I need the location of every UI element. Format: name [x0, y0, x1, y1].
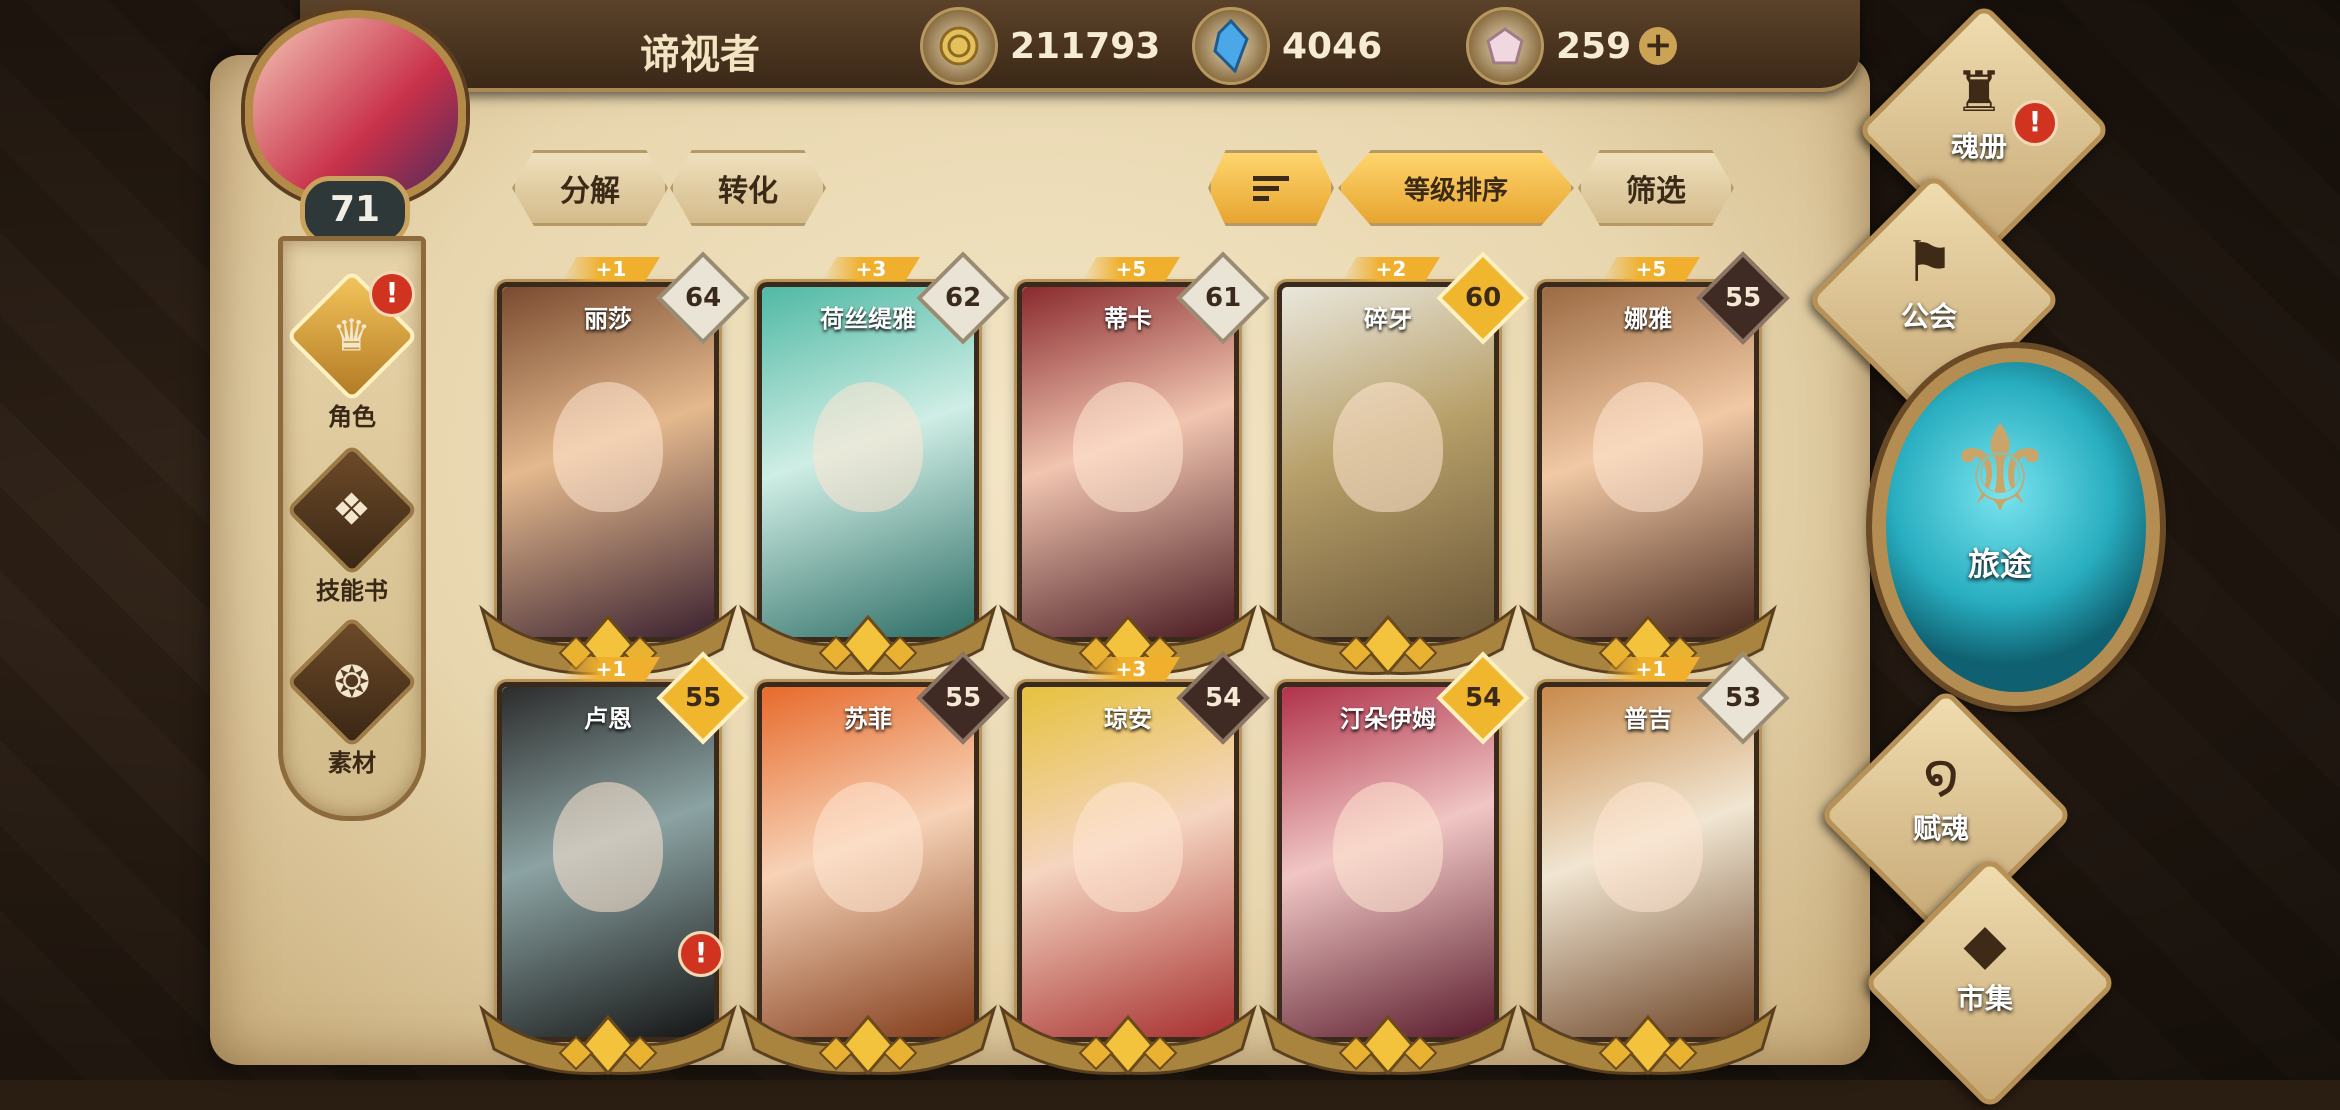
hero-level: 64: [684, 283, 722, 313]
hero-face: [1333, 382, 1443, 512]
nav-market-content: ◆ 市集: [1900, 912, 2070, 1017]
wing-crest-icon: [1259, 1004, 1517, 1076]
alert-icon: !: [369, 271, 415, 317]
alert-icon: !: [2012, 100, 2058, 146]
decompose-button[interactable]: 分解: [512, 150, 668, 226]
nav-label: 旅途: [1967, 545, 2032, 583]
hero-portrait: [1022, 687, 1234, 1037]
hero-portrait: [1542, 687, 1754, 1037]
hero-upgrade-tag: +3: [1082, 657, 1180, 681]
wing-crest-icon: [1519, 1004, 1777, 1076]
guild-banner-icon: ⚑: [1903, 230, 1955, 295]
hero-face: [1593, 382, 1703, 512]
blue-crystal-icon: [1192, 7, 1270, 85]
add-gem-button[interactable]: +: [1639, 27, 1678, 65]
hero-upgrade-tag: +5: [1602, 257, 1700, 281]
hero-upgrade-tag: +1: [562, 657, 660, 681]
sort-icon: [1253, 176, 1289, 201]
nav-guild-content: ⚑ 公会: [1844, 230, 2014, 335]
sort-by-level-button[interactable]: 等级排序: [1338, 150, 1574, 226]
journey-emblem-icon: ⚜: [1946, 400, 2054, 539]
hero-card[interactable]: 苏菲 55: [739, 651, 1010, 1076]
currency-crystal: 4046: [1192, 7, 1383, 85]
sidebar-item-material[interactable]: ❂ 素材: [283, 615, 421, 778]
alert-icon: !: [678, 931, 724, 977]
sidebar-label: 素材: [328, 749, 376, 777]
hero-portrait: [502, 287, 714, 637]
pink-gem-icon: [1466, 7, 1544, 85]
gem-amount: 259: [1556, 25, 1632, 67]
hero-portrait: [762, 687, 974, 1037]
hero-upgrade-tag: +5: [1082, 257, 1180, 281]
hero-portrait: [1282, 287, 1494, 637]
hero-card[interactable]: 普吉 +1 53: [1519, 651, 1790, 1076]
crystal-amount: 4046: [1282, 25, 1383, 67]
nav-journey-content: ⚜ 旅途: [1915, 400, 2085, 585]
sidebar-label: 技能书: [316, 577, 388, 605]
currency-gold: 211793: [920, 7, 1161, 85]
hero-level: 54: [1464, 683, 1502, 713]
hero-card[interactable]: 蒂卡 +5 61: [999, 251, 1270, 676]
hero-card[interactable]: 汀朵伊姆 54: [1259, 651, 1530, 1076]
hero-level: 61: [1204, 283, 1242, 313]
hero-level: 53: [1724, 683, 1762, 713]
wing-crest-icon: [739, 1004, 997, 1076]
hero-level: 55: [944, 683, 982, 713]
hero-level: 54: [1204, 683, 1242, 713]
sidebar-label: 角色: [328, 403, 376, 431]
player-name: 谛视者: [640, 32, 760, 78]
sidebar-item-character[interactable]: ♛ 角色 !: [283, 269, 421, 432]
hero-portrait: [502, 687, 714, 1037]
hero-card[interactable]: 琼安 +3 54: [999, 651, 1270, 1076]
hero-card[interactable]: 丽莎 +1 64: [479, 251, 750, 676]
gold-amount: 211793: [1010, 25, 1161, 67]
hero-face: [553, 782, 663, 912]
hero-upgrade-tag: +1: [562, 257, 660, 281]
hero-card[interactable]: 卢恩 +1 55!: [479, 651, 750, 1076]
hero-level: 62: [944, 283, 982, 313]
hero-level: 55: [684, 683, 722, 713]
skill-book-icon: ❖: [285, 443, 419, 577]
nav-label: 公会: [1900, 300, 1957, 333]
gold-coin-icon: [920, 7, 998, 85]
hero-upgrade-tag: +1: [1602, 657, 1700, 681]
hero-level: 55: [1724, 283, 1762, 313]
hero-face: [1073, 382, 1183, 512]
nav-label: 赋魂: [1912, 812, 1969, 845]
hero-card[interactable]: 碎牙 +2 60: [1259, 251, 1530, 676]
soul-swirl-icon: ໑: [1923, 742, 1959, 807]
wing-crest-icon: [479, 1004, 737, 1076]
hero-face: [813, 382, 923, 512]
convert-button[interactable]: 转化: [670, 150, 826, 226]
sidebar-item-skill-book[interactable]: ❖ 技能书: [283, 443, 421, 606]
hero-portrait: [1022, 287, 1234, 637]
sort-order-button[interactable]: [1208, 150, 1334, 226]
hero-upgrade-tag: +3: [822, 257, 920, 281]
hero-card[interactable]: 荷丝缇雅 +3 62: [739, 251, 1010, 676]
wing-crest-icon: [999, 1004, 1257, 1076]
hero-face: [1073, 782, 1183, 912]
hero-card[interactable]: 娜雅 +5 55: [1519, 251, 1790, 676]
hero-face: [813, 782, 923, 912]
hero-portrait: [1542, 287, 1754, 637]
hero-upgrade-tag: +2: [1342, 257, 1440, 281]
left-sidebar: ♛ 角色 ! ❖ 技能书 ❂ 素材: [278, 236, 426, 821]
currency-gem: 259 +: [1466, 7, 1678, 85]
nav-label: 市集: [1956, 982, 2013, 1015]
hero-face: [553, 382, 663, 512]
hero-portrait: [762, 287, 974, 637]
hero-face: [1593, 782, 1703, 912]
material-icon: ❂: [285, 615, 419, 749]
hero-portrait: [1282, 687, 1494, 1037]
market-gem-icon: ◆: [1963, 912, 2007, 977]
hero-face: [1333, 782, 1443, 912]
hero-level: 60: [1464, 283, 1502, 313]
filter-button[interactable]: 筛选: [1578, 150, 1734, 226]
nav-soul-infuse-content: ໑ 赋魂: [1856, 742, 2026, 847]
